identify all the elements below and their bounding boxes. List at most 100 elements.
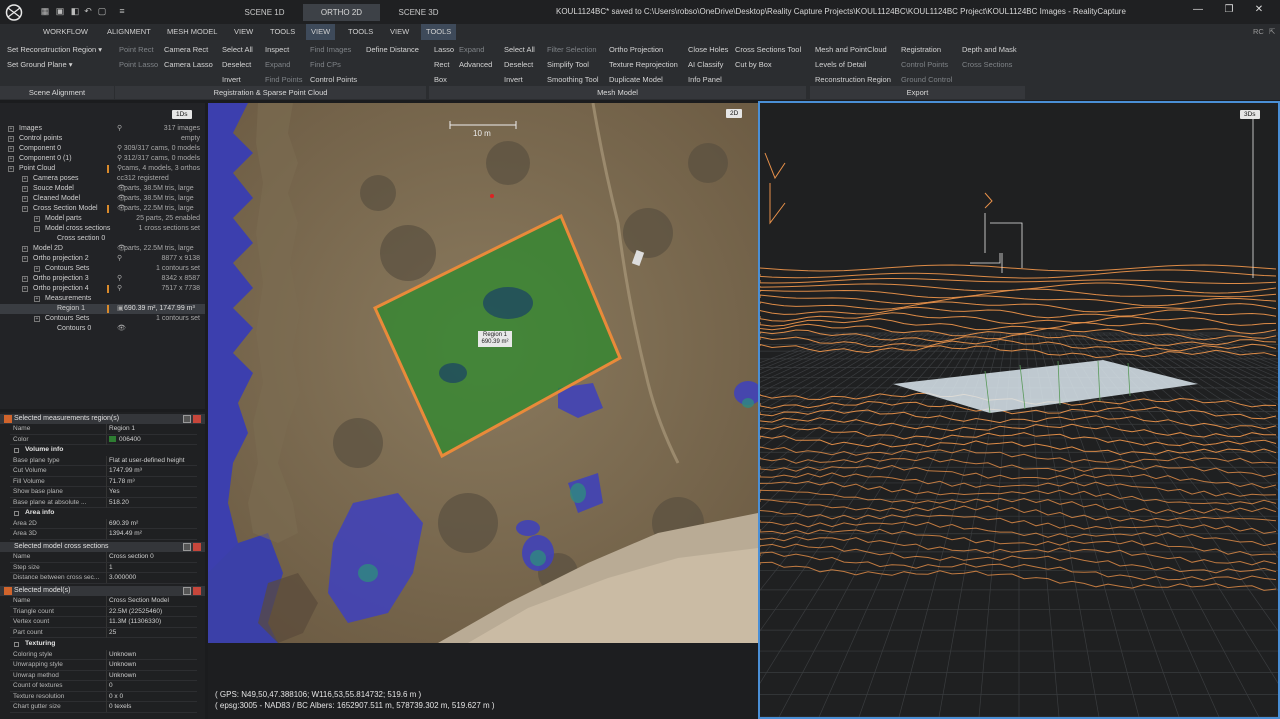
expand-icon[interactable]: ⇱ — [1264, 24, 1280, 40]
visibility-icon[interactable]: cc — [117, 174, 124, 184]
volume-info-section[interactable]: Volume info — [10, 445, 197, 456]
expand-toggle-icon[interactable]: + — [22, 276, 28, 282]
expand-toggle-icon[interactable]: + — [8, 136, 14, 142]
tree-item[interactable]: + Model parts 25 parts, 25 enabled — [0, 214, 205, 224]
prop-value[interactable]: Flat at user-defined height — [106, 455, 197, 466]
tree-item[interactable]: + Camera poses cc 312 registered — [0, 174, 205, 184]
close-icon[interactable]: ✕ — [1251, 3, 1267, 17]
tab-scene-3d[interactable]: SCENE 3D — [380, 4, 457, 21]
visibility-icon[interactable]: ⚲ — [117, 144, 122, 154]
texturing-section[interactable]: Texturing — [10, 639, 197, 650]
prop-value[interactable]: 0 texels — [106, 702, 197, 712]
menu-tools-3[interactable]: TOOLS — [421, 24, 457, 40]
close-panel-icon[interactable] — [193, 543, 201, 551]
prop-value[interactable]: 518.20 — [106, 497, 197, 508]
expand-toggle-icon[interactable]: + — [22, 176, 28, 182]
window-icon[interactable]: ▢ — [97, 6, 107, 16]
expand-toggle-icon[interactable]: + — [34, 296, 40, 302]
prop-row[interactable]: Step size 1 — [10, 562, 197, 573]
prop-row[interactable]: Count of textures 0 — [10, 681, 197, 692]
tree-item[interactable]: + Model 2D 👁 parts, 22.5M tris, large — [0, 244, 205, 254]
ortho-projection-button[interactable]: Ortho Projection — [609, 45, 663, 55]
pin-icon[interactable] — [183, 587, 191, 595]
region-label[interactable]: Region 1 690.39 m² — [478, 331, 512, 347]
cross-sections-header[interactable]: Selected model cross sections — [0, 542, 205, 552]
prop-row[interactable]: Name Cross section 0 — [10, 552, 197, 563]
prop-row[interactable]: Unwrap method Unknown — [10, 670, 197, 681]
rect-button[interactable]: Rect — [434, 60, 449, 70]
export-depth-mask-button[interactable]: Depth and Mask — [962, 45, 1017, 55]
export-ground-control-button[interactable]: Ground Control — [901, 75, 952, 85]
prop-value[interactable]: 25 — [106, 627, 197, 638]
ai-classify-button[interactable]: AI Classify — [688, 60, 723, 70]
box-button[interactable]: Box — [434, 75, 447, 85]
expand-toggle-icon[interactable]: + — [22, 186, 28, 192]
menu-tools-1[interactable]: TOOLS — [265, 24, 300, 40]
prop-value[interactable]: 0 — [106, 681, 197, 691]
layout-icon[interactable]: ▣ — [55, 6, 65, 16]
visibility-icon[interactable]: ⚲ — [117, 284, 122, 294]
prop-row[interactable]: Area 3D 1394.49 m² — [10, 529, 197, 540]
tree-item[interactable]: + Contours Sets 1 contours set — [0, 264, 205, 274]
prop-row[interactable]: Coloring style Unknown — [10, 649, 197, 660]
expand-toggle-icon[interactable]: + — [22, 286, 28, 292]
prop-value[interactable]: 22.5M (22525460) — [106, 606, 197, 617]
prop-row[interactable]: Base plane type Flat at user-defined heig… — [10, 455, 197, 466]
close-panel-icon[interactable] — [193, 415, 201, 423]
panel-icon[interactable]: ◧ — [70, 6, 80, 16]
tree-item[interactable]: Cross section 0 — [0, 234, 205, 244]
visibility-icon[interactable]: 👁 — [117, 324, 126, 334]
prop-row[interactable]: Texture resolution 0 x 0 — [10, 691, 197, 702]
prop-value[interactable]: Unknown — [106, 660, 197, 670]
mesh-deselect-button[interactable]: Deselect — [504, 60, 533, 70]
visibility-icon[interactable]: ⚲ — [117, 254, 122, 264]
find-images-button[interactable]: Find Images — [310, 45, 351, 55]
tree-item[interactable]: + Point Cloud ⚲ cams, 4 models, 3 orthos — [0, 164, 205, 174]
deselect-button[interactable]: Deselect — [222, 60, 251, 70]
prop-row[interactable]: Area 2D 690.39 m² — [10, 518, 197, 529]
prop-value[interactable]: 0 x 0 — [106, 691, 197, 702]
tab-ortho-2d[interactable]: ORTHO 2D — [303, 4, 380, 21]
texture-reprojection-button[interactable]: Texture Reprojection — [609, 60, 678, 70]
tree-item[interactable]: + Images ⚲ 317 images — [0, 124, 205, 134]
select-all-button[interactable]: Select All — [222, 45, 253, 55]
tab-scene-1d[interactable]: SCENE 1D — [226, 4, 303, 21]
visibility-icon[interactable]: ▣ — [117, 304, 124, 314]
define-distance-button[interactable]: Define Distance — [366, 45, 419, 55]
expand-toggle-icon[interactable]: + — [22, 206, 28, 212]
info-panel-button[interactable]: Info Panel — [688, 75, 722, 85]
prop-row[interactable]: Cut Volume 1747.99 m³ — [10, 466, 197, 477]
menu-icon[interactable]: ≡ — [117, 6, 127, 16]
area-info-section[interactable]: Area info — [10, 508, 197, 519]
expand-toggle-icon[interactable]: + — [22, 256, 28, 262]
export-levels-of-detail-button[interactable]: Levels of Detail — [815, 60, 866, 70]
prop-value[interactable]: Yes — [106, 487, 197, 497]
expand-toggle-icon[interactable]: + — [22, 196, 28, 202]
advanced-button[interactable]: Advanced — [459, 60, 492, 70]
tree-item[interactable]: + Cross Section Model 👁 parts, 22.5M tris, … — [0, 204, 205, 214]
export-reconstruction-region-button[interactable]: Reconstruction Region — [815, 75, 891, 85]
prop-row[interactable]: Part count 25 — [10, 627, 197, 638]
find-cps-button[interactable]: Find CPs — [310, 60, 341, 70]
menu-workflow[interactable]: WORKFLOW — [38, 24, 93, 40]
point-lasso-button[interactable]: Point Lasso — [119, 60, 158, 70]
mesh-invert-button[interactable]: Invert — [504, 75, 523, 85]
scene-3d-view[interactable]: 3Ds — [758, 101, 1280, 719]
menu-view-2[interactable]: VIEW — [306, 24, 336, 40]
prop-row[interactable]: Unwrapping style Unknown — [10, 660, 197, 671]
pin-icon[interactable] — [183, 543, 191, 551]
close-panel-icon[interactable] — [193, 587, 201, 595]
expand-toggle-icon[interactable]: + — [34, 266, 40, 272]
prop-row[interactable]: Base plane at absolute ... 518.20 — [10, 497, 197, 508]
prop-value[interactable]: 1747.99 m³ — [106, 466, 197, 476]
tree-item[interactable]: + Contours Sets 1 contours set — [0, 314, 205, 324]
prop-value[interactable]: Unknown — [106, 649, 197, 660]
inspect-button[interactable]: Inspect — [265, 45, 289, 55]
export-mesh-pointcloud-button[interactable]: Mesh and PointCloud — [815, 45, 887, 55]
prop-row[interactable]: Chart gutter size 0 texels — [10, 702, 197, 713]
minimize-icon[interactable]: — — [1190, 3, 1206, 17]
invert-button[interactable]: Invert — [222, 75, 241, 85]
simplify-tool-button[interactable]: Simplify Tool — [547, 60, 589, 70]
expand-toggle-icon[interactable]: + — [8, 126, 14, 132]
expand-toggle-icon[interactable]: + — [34, 216, 40, 222]
